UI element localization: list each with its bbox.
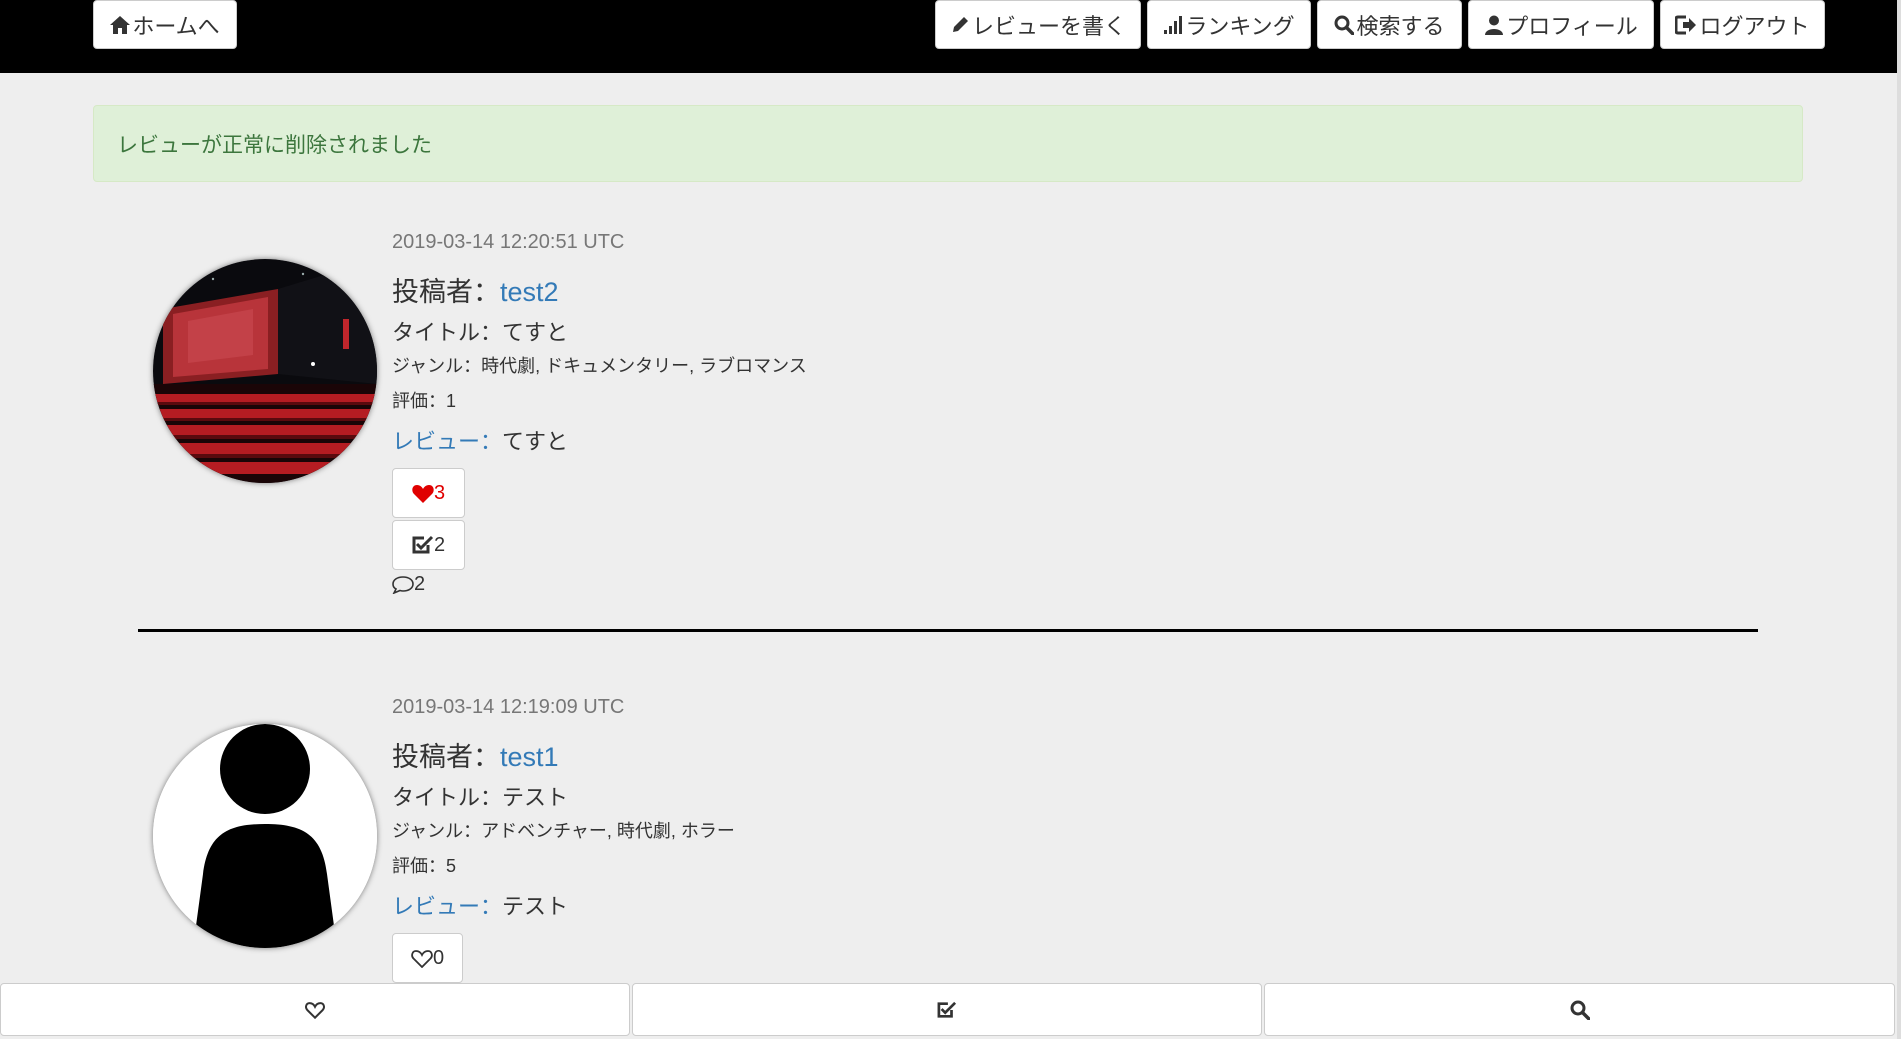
logout-button[interactable]: ログアウト: [1660, 0, 1825, 49]
review-author: 投稿者：test2: [392, 270, 559, 309]
search-icon: [1334, 15, 1355, 35]
author-link[interactable]: test2: [500, 277, 559, 307]
default-avatar-image: [153, 724, 377, 948]
home-button-label: ホームへ: [132, 13, 220, 39]
review-title: タイトル：てすと: [392, 320, 569, 345]
check-square-icon: [937, 1001, 957, 1018]
home-button[interactable]: ホームへ: [93, 0, 237, 49]
heart-outline-icon: [305, 1001, 325, 1019]
success-alert: レビューが正常に削除されました: [93, 105, 1803, 182]
like-button[interactable]: 3: [392, 468, 465, 518]
write-review-label: レビューを書く: [971, 13, 1126, 39]
bottom-search-button[interactable]: [1264, 983, 1895, 1036]
author-prefix: 投稿者：: [392, 277, 500, 307]
comment-count-value: 2: [414, 573, 426, 595]
review-image[interactable]: [153, 259, 377, 483]
scrollbar[interactable]: [1897, 0, 1901, 1039]
author-prefix: 投稿者：: [392, 742, 500, 772]
search-button[interactable]: 検索する: [1317, 0, 1462, 49]
bottom-nav-bar: [0, 983, 1895, 1039]
profile-button[interactable]: プロフィール: [1468, 0, 1654, 49]
review-body: テスト: [502, 894, 569, 919]
heart-outline-icon: [411, 949, 433, 968]
home-icon: [110, 15, 131, 34]
write-review-button[interactable]: レビューを書く: [935, 0, 1141, 49]
comment-icon: [392, 575, 414, 594]
review-image[interactable]: [153, 724, 377, 948]
review-author: 投稿者：test1: [392, 735, 559, 774]
review-date: 2019-03-14 12:20:51 UTC: [392, 231, 625, 253]
review-link[interactable]: レビュー：: [392, 429, 502, 454]
review-link[interactable]: レビュー：: [392, 894, 502, 919]
like-button[interactable]: 0: [392, 933, 463, 983]
review-text: レビュー：テスト: [392, 889, 568, 921]
check-square-icon: [412, 535, 433, 554]
user-icon: [1485, 15, 1504, 35]
ranking-label: ランキング: [1185, 13, 1295, 39]
review-body: てすと: [502, 429, 569, 454]
heart-filled-icon: [412, 484, 434, 503]
logout-icon: [1675, 15, 1697, 34]
review-divider: [138, 629, 1758, 632]
check-count: 2: [433, 533, 446, 556]
top-navbar: ホームへ レビューを書く ランキング 検索する プロフィール ログアウト: [0, 0, 1901, 73]
comment-count[interactable]: 2: [392, 573, 425, 596]
review-date: 2019-03-14 12:19:09 UTC: [392, 696, 625, 718]
review-genre: ジャンル：時代劇, ドキュメンタリー, ラブロマンス: [392, 356, 807, 376]
like-count: 3: [433, 481, 446, 504]
bottom-checks-button[interactable]: [632, 983, 1262, 1036]
review-title: タイトル：テスト: [392, 785, 569, 810]
ranking-button[interactable]: ランキング: [1147, 0, 1311, 49]
alert-message: レビューが正常に削除されました: [117, 133, 432, 157]
like-count: 0: [432, 946, 445, 969]
signal-icon: [1164, 15, 1183, 34]
pencil-icon: [952, 16, 968, 32]
logout-label: ログアウト: [1699, 13, 1810, 39]
review-genre: ジャンル：アドベンチャー, 時代劇, ホラー: [392, 821, 735, 841]
review-rating: 評価：1: [392, 391, 457, 411]
profile-label: プロフィール: [1506, 13, 1638, 39]
search-label: 検索する: [1356, 13, 1445, 39]
check-button[interactable]: 2: [392, 520, 465, 570]
review-text: レビュー：てすと: [392, 424, 568, 456]
bottom-likes-button[interactable]: [0, 983, 630, 1036]
author-link[interactable]: test1: [500, 742, 559, 772]
review-rating: 評価：5: [392, 856, 457, 876]
search-icon: [1570, 1000, 1590, 1020]
cinema-image: [153, 259, 377, 483]
